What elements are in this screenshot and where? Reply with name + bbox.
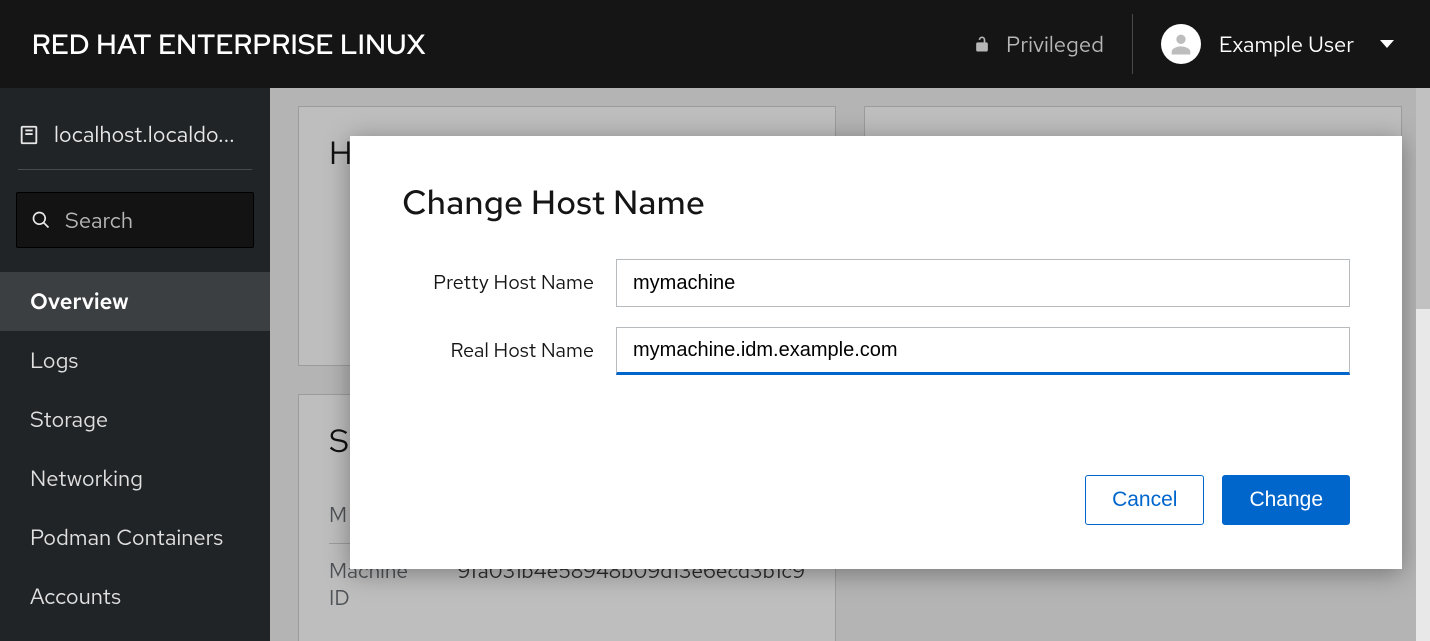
cancel-button-label: Cancel (1112, 488, 1177, 511)
search-placeholder: Search (65, 206, 133, 235)
change-hostname-dialog: Change Host Name Pretty Host Name Real H… (350, 136, 1402, 569)
dialog-actions: Cancel Change (402, 475, 1350, 525)
sidebar-item-label: Podman Containers (30, 523, 223, 552)
sidebar: localhost.localdo... Search Overview Log… (0, 88, 270, 641)
pretty-hostname-label: Pretty Host Name (402, 270, 616, 296)
sidebar-item-label: Overview (30, 287, 129, 316)
user-name: Example User (1219, 30, 1354, 59)
nav-items: Overview Logs Storage Networking Podman … (0, 272, 270, 626)
sidebar-item-label: Networking (30, 464, 143, 493)
brand-title: RED HAT ENTERPRISE LINUX (32, 25, 426, 63)
sidebar-item-networking[interactable]: Networking (0, 449, 270, 508)
sidebar-item-label: Logs (30, 346, 78, 375)
real-hostname-input[interactable] (616, 327, 1350, 375)
pretty-hostname-input[interactable] (616, 259, 1350, 307)
sidebar-item-logs[interactable]: Logs (0, 331, 270, 390)
search-input[interactable]: Search (16, 192, 254, 248)
sidebar-item-storage[interactable]: Storage (0, 390, 270, 449)
real-hostname-row: Real Host Name (402, 327, 1350, 375)
unlock-icon (972, 34, 992, 54)
real-hostname-label: Real Host Name (402, 338, 616, 364)
user-icon (1167, 30, 1195, 58)
sidebar-item-label: Accounts (30, 582, 121, 611)
host-selector[interactable]: localhost.localdo... (16, 106, 254, 163)
dialog-title: Change Host Name (402, 180, 1350, 225)
pretty-hostname-row: Pretty Host Name (402, 259, 1350, 307)
scrollbar-thumb[interactable] (1416, 88, 1430, 309)
cancel-button[interactable]: Cancel (1085, 475, 1204, 525)
change-button[interactable]: Change (1222, 475, 1350, 525)
user-menu[interactable]: Example User (1161, 24, 1394, 64)
change-button-label: Change (1249, 488, 1323, 511)
main-content: Health Usage System time 2020-03-17 09:5… (270, 88, 1430, 641)
sidebar-separator (18, 169, 252, 170)
topbar-right: Privileged Example User (972, 14, 1394, 74)
sidebar-item-accounts[interactable]: Accounts (0, 567, 270, 626)
topbar: RED HAT ENTERPRISE LINUX Privileged Exam… (0, 0, 1430, 88)
scrollbar[interactable] (1416, 88, 1430, 641)
sidebar-item-overview[interactable]: Overview (0, 272, 270, 331)
avatar (1161, 24, 1201, 64)
host-name-truncated: localhost.localdo... (54, 120, 235, 149)
chevron-down-icon (1380, 40, 1394, 48)
search-icon (31, 210, 51, 230)
privileged-indicator[interactable]: Privileged (972, 14, 1133, 74)
sidebar-item-label: Storage (30, 405, 108, 434)
sidebar-item-podman[interactable]: Podman Containers (0, 508, 270, 567)
server-icon (18, 124, 40, 146)
privileged-label: Privileged (1006, 30, 1104, 59)
